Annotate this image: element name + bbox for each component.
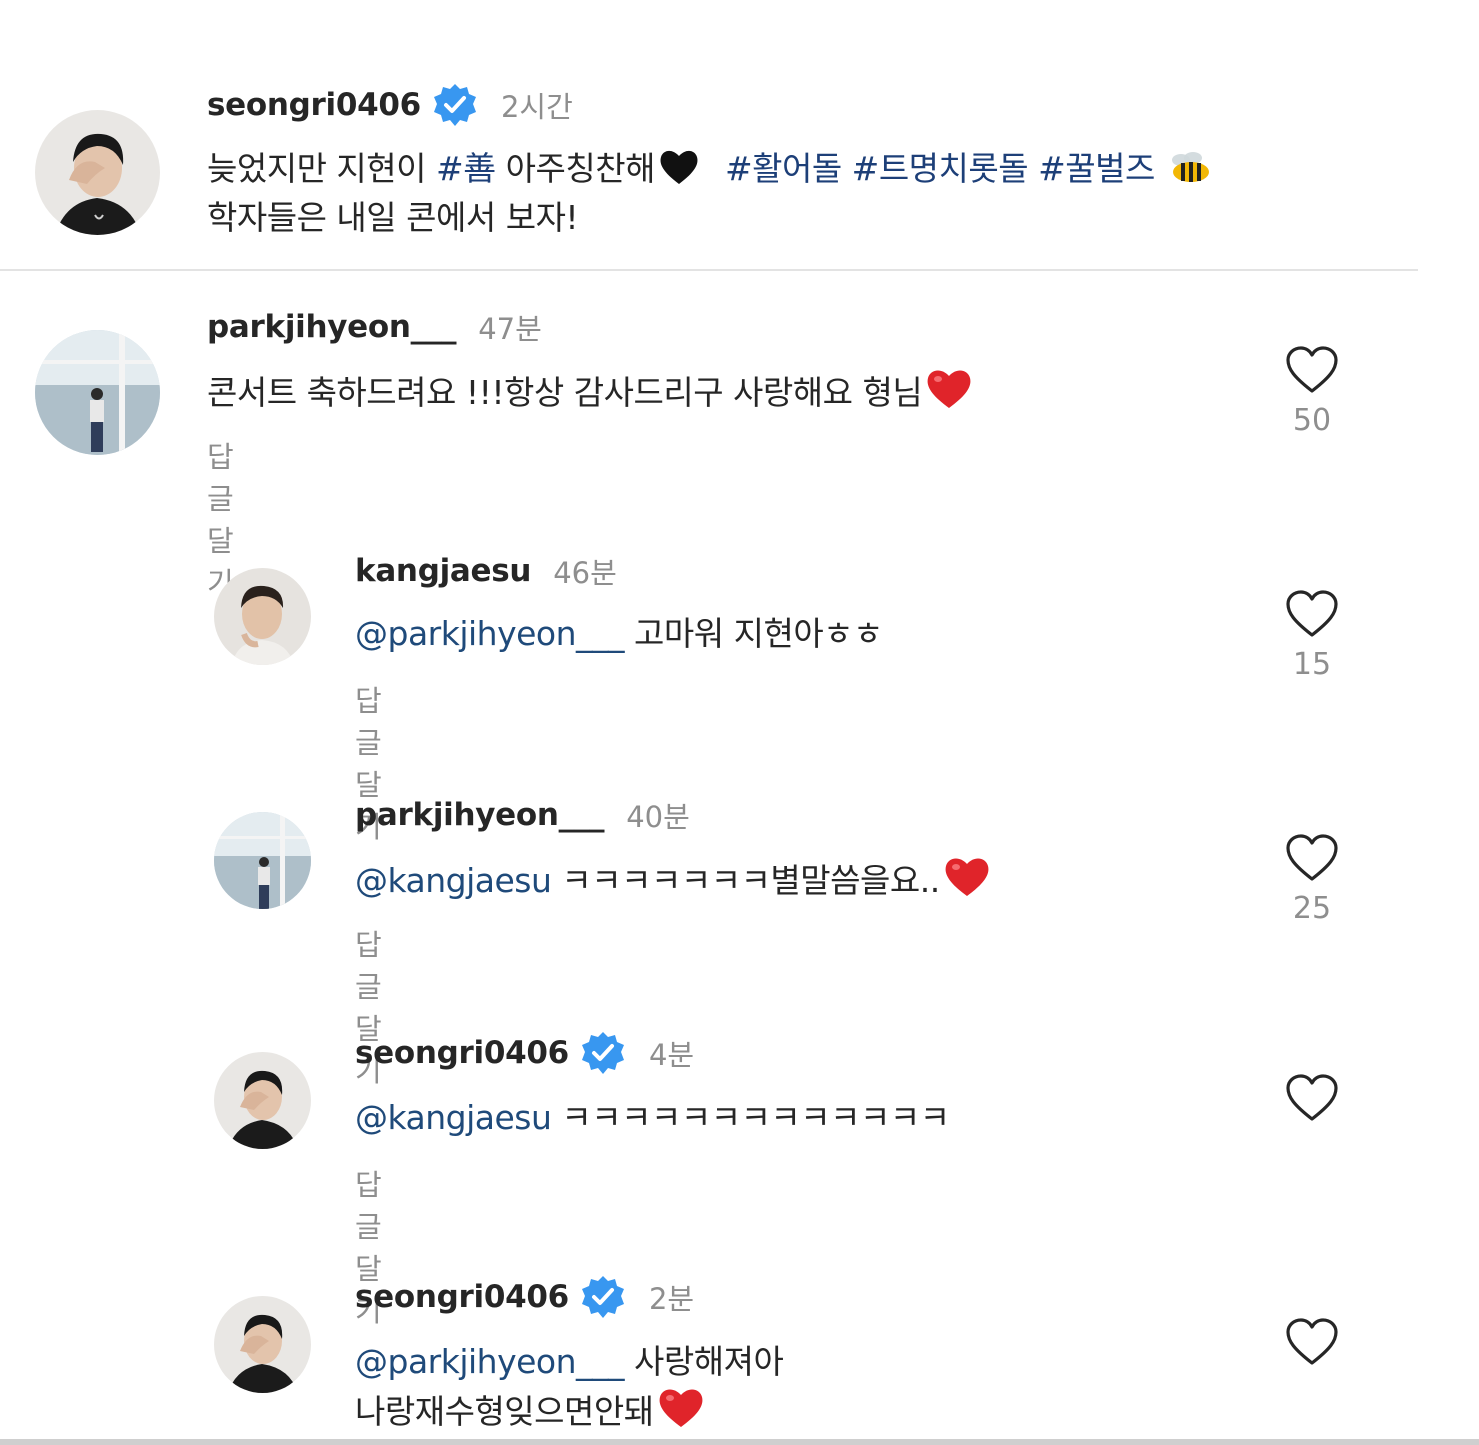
hashtag[interactable]: #善 xyxy=(436,149,496,188)
hashtags[interactable]: #활어돌 #트명치롯돌 #꿀벌즈 xyxy=(725,149,1155,188)
username[interactable]: kangjaesu xyxy=(355,553,531,589)
reply-body: 고마워 지현아ㅎㅎ xyxy=(624,614,883,653)
heart-outline-icon[interactable] xyxy=(1284,345,1340,395)
timestamp: 46분 xyxy=(553,556,617,590)
bee-icon xyxy=(1167,150,1215,198)
timestamp: 4분 xyxy=(648,1038,695,1072)
heart-outline-icon[interactable] xyxy=(1284,1073,1340,1123)
avatar[interactable] xyxy=(214,568,311,665)
username[interactable]: seongri0406 xyxy=(355,1035,569,1071)
username[interactable]: parkjihyeon___ xyxy=(207,309,457,345)
mention-link[interactable]: @parkjihyeon___ xyxy=(355,614,625,653)
avatar[interactable] xyxy=(214,1296,311,1393)
caption-line-2: 학자들은 내일 콘에서 보자! xyxy=(207,198,579,237)
verified-badge-icon xyxy=(579,1029,627,1077)
caption-line-1: 늦었지만 지현이 #善 아주칭찬해 #활어돌 #트명치롯돌 #꿀벌즈 xyxy=(207,145,1215,198)
heart-outline-icon[interactable] xyxy=(1284,589,1340,639)
username[interactable]: seongri0406 xyxy=(207,87,421,123)
like-control xyxy=(1282,1317,1342,1367)
like-count: 15 xyxy=(1292,647,1332,682)
caption-text: 늦었지만 지현이 xyxy=(207,149,436,188)
heart-outline-icon[interactable] xyxy=(1284,1317,1340,1367)
timestamp: 40분 xyxy=(626,800,690,834)
caption-text: 아주칭찬해 xyxy=(495,149,656,188)
mention-link[interactable]: @parkjihyeon___ xyxy=(355,1342,625,1381)
red-heart-icon xyxy=(656,1385,706,1441)
reply-text-line-2: 나랑재수형잊으면안돼 xyxy=(355,1385,706,1441)
heart-outline-icon[interactable] xyxy=(1284,833,1340,883)
avatar[interactable] xyxy=(214,1052,311,1149)
bottom-edge xyxy=(0,1439,1479,1445)
reply-body-line-2: 나랑재수형잊으면안돼 xyxy=(355,1392,654,1431)
like-control: 15 xyxy=(1282,589,1342,682)
like-control: 50 xyxy=(1282,345,1342,438)
like-count: 25 xyxy=(1292,891,1332,926)
verified-badge-icon xyxy=(431,81,479,129)
reply-text: @kangjaesu ㅋㅋㅋㅋㅋㅋㅋㅋㅋㅋㅋㅋㅋ xyxy=(355,1094,950,1141)
username[interactable]: seongri0406 xyxy=(355,1279,569,1315)
reply-text: @parkjihyeon___ 고마워 지현아ㅎㅎ xyxy=(355,610,883,657)
timestamp: 2분 xyxy=(648,1282,695,1316)
like-count: 50 xyxy=(1292,403,1332,438)
divider xyxy=(0,269,1418,271)
reply-button[interactable]: 답글 달기 xyxy=(207,434,234,602)
avatar[interactable] xyxy=(214,812,311,909)
comment-body: 콘서트 축하드려요 !!!항상 감사드리구 사랑해요 형님 xyxy=(207,373,923,412)
mention-link[interactable]: @kangjaesu xyxy=(355,861,552,900)
comment-text: 콘서트 축하드려요 !!!항상 감사드리구 사랑해요 형님 xyxy=(207,366,974,422)
reply-body: ㅋㅋㅋㅋㅋㅋㅋ별말씀을요.. xyxy=(551,861,940,900)
red-heart-icon xyxy=(924,366,974,422)
black-heart-icon xyxy=(657,146,701,198)
avatar[interactable] xyxy=(35,330,160,455)
timestamp: 47분 xyxy=(478,312,542,346)
verified-badge-icon xyxy=(579,1273,627,1321)
avatar[interactable] xyxy=(35,110,160,235)
timestamp: 2시간 xyxy=(500,90,573,124)
red-heart-icon xyxy=(942,854,992,910)
reply-body: ㅋㅋㅋㅋㅋㅋㅋㅋㅋㅋㅋㅋㅋ xyxy=(551,1098,950,1137)
reply-text: @parkjihyeon___ 사랑해져아 xyxy=(355,1338,784,1385)
reply-body: 사랑해져아 xyxy=(624,1342,784,1381)
reply-text: @kangjaesu ㅋㅋㅋㅋㅋㅋㅋ별말씀을요.. xyxy=(355,854,992,910)
mention-link[interactable]: @kangjaesu xyxy=(355,1098,552,1137)
username[interactable]: parkjihyeon___ xyxy=(355,797,605,833)
like-control: 25 xyxy=(1282,833,1342,926)
like-control xyxy=(1282,1073,1342,1123)
